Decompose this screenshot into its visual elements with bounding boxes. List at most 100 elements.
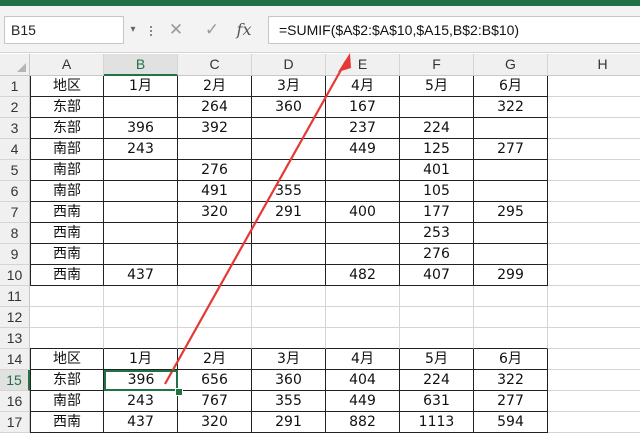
cell-d11[interactable] (252, 286, 326, 307)
cell-g16[interactable]: 277 (474, 391, 548, 412)
cell-a7[interactable]: 西南 (30, 202, 104, 223)
cell-c2[interactable]: 264 (178, 97, 252, 118)
cell-g3[interactable] (474, 118, 548, 139)
cell-e13[interactable] (326, 328, 400, 349)
cell-d1[interactable]: 3月 (252, 76, 326, 97)
chevron-down-icon[interactable]: ▾ (126, 16, 140, 44)
cell-a15[interactable]: 东部 (30, 370, 104, 391)
column-header-a[interactable]: A (30, 54, 104, 76)
cell-b5[interactable] (104, 160, 178, 181)
cell-a5[interactable]: 南部 (30, 160, 104, 181)
cell-f2[interactable] (400, 97, 474, 118)
cell-b7[interactable] (104, 202, 178, 223)
cell-f9[interactable]: 276 (400, 244, 474, 265)
cell-b2[interactable] (104, 97, 178, 118)
cell-f11[interactable] (400, 286, 474, 307)
cell-c11[interactable] (178, 286, 252, 307)
cell-b9[interactable] (104, 244, 178, 265)
cell-e14[interactable]: 4月 (326, 349, 400, 370)
enter-icon[interactable]: ✓ (196, 16, 228, 44)
row-header-14[interactable]: 14 (0, 349, 30, 370)
cell-e6[interactable] (326, 181, 400, 202)
cell-c5[interactable]: 276 (178, 160, 252, 181)
cell-e5[interactable] (326, 160, 400, 181)
cell-a17[interactable]: 西南 (30, 412, 104, 433)
fill-handle[interactable] (175, 388, 183, 396)
formula-input[interactable]: =SUMIF($A$2:$A$10,$A15,B$2:B$10) (268, 16, 640, 44)
row-header-8[interactable]: 8 (0, 223, 30, 244)
cell-h3[interactable] (548, 118, 640, 139)
cell-g14[interactable]: 6月 (474, 349, 548, 370)
cell-d6[interactable]: 355 (252, 181, 326, 202)
cell-h6[interactable] (548, 181, 640, 202)
cell-c13[interactable] (178, 328, 252, 349)
cell-d3[interactable] (252, 118, 326, 139)
cell-h1[interactable] (548, 76, 640, 97)
cell-h8[interactable] (548, 223, 640, 244)
cell-f6[interactable]: 105 (400, 181, 474, 202)
cell-f13[interactable] (400, 328, 474, 349)
cell-c9[interactable] (178, 244, 252, 265)
cell-e16[interactable]: 449 (326, 391, 400, 412)
cell-c8[interactable] (178, 223, 252, 244)
cell-d5[interactable] (252, 160, 326, 181)
row-header-5[interactable]: 5 (0, 160, 30, 181)
cell-c16[interactable]: 767 (178, 391, 252, 412)
cell-g9[interactable] (474, 244, 548, 265)
cell-f3[interactable]: 224 (400, 118, 474, 139)
column-header-f[interactable]: F (400, 54, 474, 76)
cell-f1[interactable]: 5月 (400, 76, 474, 97)
cell-b3[interactable]: 396 (104, 118, 178, 139)
cell-d8[interactable] (252, 223, 326, 244)
cell-e10[interactable]: 482 (326, 265, 400, 286)
cell-b17[interactable]: 437 (104, 412, 178, 433)
cell-d2[interactable]: 360 (252, 97, 326, 118)
cell-g10[interactable]: 299 (474, 265, 548, 286)
cell-c3[interactable]: 392 (178, 118, 252, 139)
cell-b4[interactable]: 243 (104, 139, 178, 160)
cell-h10[interactable] (548, 265, 640, 286)
cell-a10[interactable]: 西南 (30, 265, 104, 286)
cell-d13[interactable] (252, 328, 326, 349)
cell-a2[interactable]: 东部 (30, 97, 104, 118)
cell-h12[interactable] (548, 307, 640, 328)
cell-f14[interactable]: 5月 (400, 349, 474, 370)
cell-a14[interactable]: 地区 (30, 349, 104, 370)
cell-g2[interactable]: 322 (474, 97, 548, 118)
cell-d7[interactable]: 291 (252, 202, 326, 223)
cell-d14[interactable]: 3月 (252, 349, 326, 370)
splitter-handle[interactable] (150, 26, 153, 36)
column-header-c[interactable]: C (178, 54, 252, 76)
cell-h7[interactable] (548, 202, 640, 223)
row-header-1[interactable]: 1 (0, 76, 30, 97)
cell-f10[interactable]: 407 (400, 265, 474, 286)
cell-h11[interactable] (548, 286, 640, 307)
cell-e11[interactable] (326, 286, 400, 307)
column-header-b[interactable]: B (104, 54, 178, 76)
row-header-11[interactable]: 11 (0, 286, 30, 307)
cell-g12[interactable] (474, 307, 548, 328)
cell-c1[interactable]: 2月 (178, 76, 252, 97)
cell-d10[interactable] (252, 265, 326, 286)
cell-a12[interactable] (30, 307, 104, 328)
cell-b11[interactable] (104, 286, 178, 307)
cell-a13[interactable] (30, 328, 104, 349)
cell-b15[interactable]: 396 (104, 370, 178, 391)
column-header-h[interactable]: H (548, 54, 640, 76)
cell-g11[interactable] (474, 286, 548, 307)
cell-e9[interactable] (326, 244, 400, 265)
row-header-7[interactable]: 7 (0, 202, 30, 223)
cell-d9[interactable] (252, 244, 326, 265)
cell-b13[interactable] (104, 328, 178, 349)
cell-a1[interactable]: 地区 (30, 76, 104, 97)
cell-b14[interactable]: 1月 (104, 349, 178, 370)
row-header-16[interactable]: 16 (0, 391, 30, 412)
cell-g6[interactable] (474, 181, 548, 202)
cell-g1[interactable]: 6月 (474, 76, 548, 97)
row-header-3[interactable]: 3 (0, 118, 30, 139)
cell-e12[interactable] (326, 307, 400, 328)
insert-function-icon[interactable]: fx (228, 16, 260, 44)
cell-a8[interactable]: 西南 (30, 223, 104, 244)
cell-c7[interactable]: 320 (178, 202, 252, 223)
row-header-9[interactable]: 9 (0, 244, 30, 265)
